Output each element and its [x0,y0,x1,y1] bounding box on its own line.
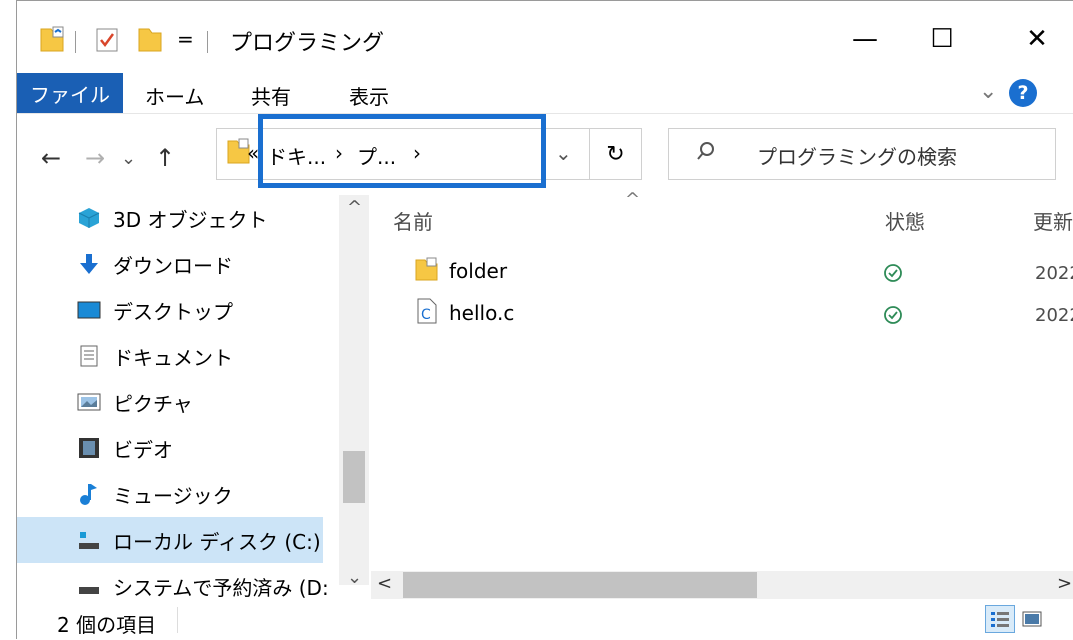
column-header-status[interactable]: 状態 [885,206,925,235]
column-header-name[interactable]: 名前 [393,206,433,235]
forward-button[interactable]: → [85,144,105,172]
up-button[interactable]: ↑ [155,144,175,172]
column-header-modified[interactable]: 更新 [1033,206,1073,235]
file-name: hello.c [449,301,515,325]
file-row-hello-c[interactable]: C hello.c [415,293,514,333]
item-count: 2 個の項目 [57,613,157,637]
annotation-highlight-box [258,114,546,188]
sort-ascending-icon: ^ [625,189,641,210]
folder-icon [415,256,439,287]
sidebar-item-music[interactable]: ミュージック [17,471,323,517]
ribbon-expand-icon[interactable]: ⌄ [979,79,997,104]
scroll-right-icon[interactable]: > [1057,573,1072,594]
download-icon [77,252,101,276]
sidebar-item-label: ミュージック [113,483,233,508]
scroll-up-icon[interactable]: ^ [347,197,362,218]
tab-share[interactable]: 共有 [251,81,291,110]
explorer-window: = プログラミング — ☐ ✕ ファイル ホーム 共有 表示 ⌄ ? ← → ⌄… [16,0,1073,639]
search-icon [695,139,717,169]
properties-checkbox-icon[interactable] [95,25,119,57]
tab-file[interactable]: ファイル [17,73,123,113]
sidebar-item-documents[interactable]: ドキュメント [17,333,323,379]
scroll-down-icon[interactable]: ⌄ [347,567,362,588]
back-button[interactable]: ← [41,144,61,172]
sidebar-item-3d-objects[interactable]: 3D オブジェクト [17,195,323,241]
desktop-icon [77,298,101,322]
music-icon [77,482,101,506]
sidebar-scroll-thumb[interactable] [343,451,365,503]
help-icon[interactable]: ? [1009,79,1037,107]
sidebar-item-label: ドキュメント [113,345,233,370]
sidebar-scrollbar[interactable] [339,195,369,585]
search-input[interactable]: プログラミングの検索 [757,141,957,170]
sidebar-item-label: デスクトップ [113,299,233,324]
file-date: 2022 [1035,263,1073,284]
close-button[interactable]: ✕ [1007,19,1067,59]
details-view-icon[interactable] [985,605,1015,633]
sidebar-item-pictures[interactable]: ピクチャ [17,379,323,425]
qat-dropdown-icon[interactable]: = [177,27,194,51]
window-title: プログラミング [230,31,385,56]
sidebar-item-label: 3D オブジェクト [113,207,268,232]
drive-c-icon [77,528,101,552]
file-date: 2022 [1035,305,1073,326]
sync-ok-icon [883,305,903,329]
ribbon-tabs: ファイル ホーム 共有 表示 ⌄ ? [17,73,1073,113]
address-dropdown-icon[interactable]: ⌄ [555,141,572,165]
3d-objects-icon [77,206,101,230]
recent-locations-button[interactable]: ⌄ [121,148,136,169]
documents-icon [77,344,101,368]
sidebar-item-label: ダウンロード [113,253,233,278]
sidebar-item-label: ローカル ディスク (C:) [113,529,321,554]
tab-home[interactable]: ホーム [145,81,204,110]
file-name: folder [449,259,508,283]
sidebar-item-local-disk-c[interactable]: ローカル ディスク (C:) [17,517,323,563]
sidebar-item-downloads[interactable]: ダウンロード [17,241,323,287]
file-row-folder[interactable]: folder [415,251,507,291]
new-folder-icon[interactable] [137,25,163,57]
sidebar-item-videos[interactable]: ビデオ [17,425,323,471]
title-separator [207,31,208,53]
c-file-icon: C [415,298,439,329]
status-bar [17,599,1073,640]
folder-properties-icon[interactable] [39,25,65,57]
content-scroll-thumb[interactable] [403,572,757,598]
sidebar-item-label: システムで予約済み (D: [113,575,329,600]
tab-view[interactable]: 表示 [349,81,389,110]
pictures-icon [77,390,101,414]
status-separator [177,607,178,633]
refresh-button[interactable]: ↻ [590,128,642,180]
large-icons-view-icon[interactable] [1017,605,1047,633]
videos-icon [77,436,101,460]
title-separator [75,31,76,53]
scroll-left-icon[interactable]: < [377,573,392,594]
sidebar-item-desktop[interactable]: デスクトップ [17,287,323,333]
svg-text:C: C [421,307,431,323]
minimize-button[interactable]: — [835,19,895,59]
sidebar-item-label: ビデオ [113,437,173,462]
title-bar: = プログラミング — ☐ ✕ [17,1,1073,73]
sync-ok-icon [883,263,903,287]
navigation-pane: 3D オブジェクト ダウンロード デスクトップ ドキュメント ピクチャ ビデオ … [17,195,355,600]
drive-d-icon [77,574,101,598]
maximize-button[interactable]: ☐ [912,19,972,59]
sidebar-item-label: ピクチャ [113,391,193,416]
